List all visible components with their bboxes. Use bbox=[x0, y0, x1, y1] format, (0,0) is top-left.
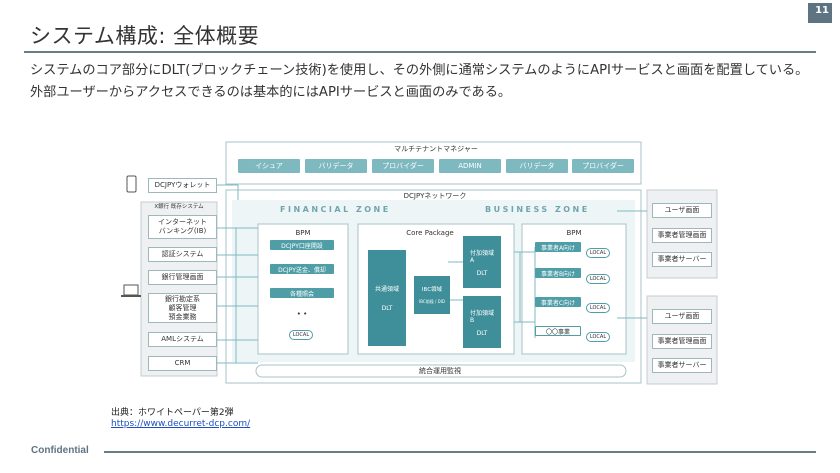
right-bottom-operator-admin: 事業者管理画面 bbox=[652, 334, 712, 349]
right-top-operator-server: 事業者サーバー bbox=[652, 252, 712, 267]
core-addon-a-label: 付加領域 A bbox=[469, 249, 494, 264]
manager-item-provider-1: プロバイダー bbox=[372, 159, 434, 173]
core-ibc-area: IBC領域 IBC前段 / DID bbox=[414, 276, 450, 314]
fz-transfer-redeem: DCJPY送金、償却 bbox=[270, 264, 334, 274]
financial-zone-title: FINANCIAL ZONE bbox=[280, 205, 391, 214]
dcjpy-wallet: DCJPYウォレット bbox=[148, 178, 217, 193]
right-bottom-operator-server: 事業者サーバー bbox=[652, 358, 712, 373]
fz-local-db: LOCAL bbox=[289, 330, 313, 340]
core-addon-b-label: 付加領域 B bbox=[469, 309, 494, 324]
right-top-operator-admin: 事業者管理画面 bbox=[652, 228, 712, 243]
bz-item-a: 事業者A向け bbox=[535, 242, 581, 252]
bz-local-other: LOCAL bbox=[586, 332, 610, 342]
source-link[interactable]: https://www.decurret-dcp.com/ bbox=[111, 419, 250, 429]
right-top-user-screen: ユーザ画面 bbox=[652, 203, 712, 218]
manager-item-provider-2: プロバイダー bbox=[572, 159, 634, 173]
bank-system-admin-screen: 銀行管理画面 bbox=[148, 270, 217, 285]
bank-group-title: X銀行 既存システム bbox=[154, 204, 204, 210]
bz-item-b: 事業者B向け bbox=[535, 268, 581, 278]
bz-item-other: 〇〇事業 bbox=[535, 326, 581, 336]
source-label: 出典：ホワイトペーパー第2弾 bbox=[111, 408, 234, 418]
core-common-label: 共通領域 bbox=[374, 286, 399, 293]
bz-local-c: LOCAL bbox=[586, 303, 610, 313]
business-zone-title: BUSINESS ZONE bbox=[485, 205, 590, 214]
manager-item-validator-2: バリデータ bbox=[506, 159, 568, 173]
bank-system-aml: AMLシステム bbox=[148, 332, 217, 347]
footer-divider bbox=[104, 451, 816, 453]
manager-item-admin: ADMIN bbox=[439, 159, 501, 173]
fz-inquiry: 各種照会 bbox=[270, 288, 334, 298]
core-addon-a-dlt: DLT bbox=[476, 269, 488, 277]
footer-confidential: Confidential bbox=[31, 445, 89, 456]
core-addon-b-dlt: DLT bbox=[476, 329, 488, 337]
manager-item-validator-1: バリデータ bbox=[305, 159, 367, 173]
network-title: DCJPYネットワーク bbox=[403, 192, 467, 200]
bank-system-core-banking: 銀行勘定系 顧客管理 預金業務 bbox=[148, 293, 217, 323]
core-addon-b: 付加領域 B DLT bbox=[463, 296, 501, 348]
business-bpm-label: BPM bbox=[566, 229, 582, 237]
bz-local-a: LOCAL bbox=[586, 248, 610, 258]
core-common-area: 共通領域 DLT bbox=[368, 250, 406, 346]
bank-system-crm: CRM bbox=[148, 356, 217, 371]
source-citation: 出典：ホワイトペーパー第2弾 https://www.decurret-dcp.… bbox=[111, 408, 250, 430]
core-addon-a: 付加領域 A DLT bbox=[463, 236, 501, 288]
integrated-monitoring: 統合運用監視 bbox=[419, 367, 461, 375]
bz-item-c: 事業者C向け bbox=[535, 297, 581, 307]
fz-account-opening: DCJPY口座開設 bbox=[270, 240, 334, 250]
financial-bpm-label: BPM bbox=[295, 229, 311, 237]
core-ibc-label: IBC領域 bbox=[421, 287, 443, 293]
manager-title: マルチテナントマネジャー bbox=[394, 145, 478, 153]
bank-system-internet-banking: インターネット バンキング(IB) bbox=[148, 215, 217, 239]
core-ibc-sub: IBC前段 / DID bbox=[419, 299, 445, 304]
manager-item-issuer: イシュア bbox=[238, 159, 300, 173]
core-common-dlt: DLT bbox=[381, 305, 393, 312]
fz-more-dots: • • bbox=[296, 310, 308, 318]
right-bottom-user-screen: ユーザ画面 bbox=[652, 309, 712, 324]
bank-system-auth: 認証システム bbox=[148, 247, 217, 262]
bz-local-b: LOCAL bbox=[586, 274, 610, 284]
